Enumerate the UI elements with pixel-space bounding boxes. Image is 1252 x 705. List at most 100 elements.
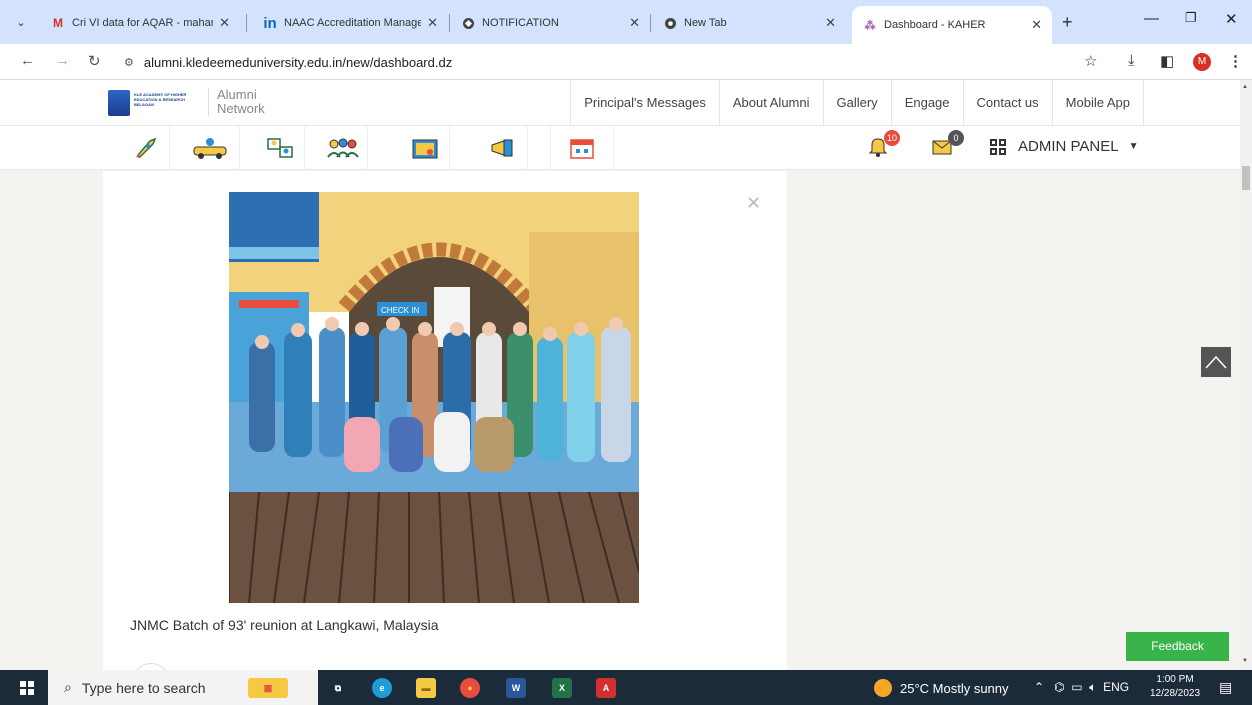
globe-icon (460, 15, 476, 31)
chevron-up-icon (1205, 355, 1227, 369)
url-field[interactable]: ⚙ alumni.kledeemeduniversity.edu.in/new/… (116, 49, 1116, 75)
group-icon (326, 138, 359, 158)
people-cards-button[interactable] (255, 126, 305, 170)
system-tray[interactable]: ⌃ ⌬ ▭ 🔈︎ ENG (1034, 680, 1129, 695)
action-center-icon[interactable]: ▤ (1219, 679, 1232, 696)
tab-dashboard-kaher[interactable]: ⁂ Dashboard - KAHER ✕ (852, 6, 1052, 44)
site-header: KLE ACADEMY OF HIGHER EDUCATION & RESEAR… (0, 80, 1240, 126)
tab-separator (650, 14, 651, 32)
tab-naac[interactable]: in NAAC Accreditation Manage ✕ (252, 8, 448, 38)
display-icon[interactable]: ▭ (1071, 680, 1082, 694)
post-caption: JNMC Batch of 93' reunion at Langkawi, M… (130, 617, 439, 633)
admin-panel-dropdown[interactable]: ADMIN PANEL ▼ (990, 138, 1138, 155)
alumni-network-brand: Alumni Network (208, 88, 265, 116)
kle-logo-mark (108, 90, 130, 116)
excel-icon[interactable]: X (552, 678, 572, 698)
search-icon: ⌕ (64, 679, 72, 695)
feature-icon-bar: 10 0 ADMIN PANEL ▼ (0, 126, 1240, 170)
weather-widget[interactable]: 25°C Mostly sunny (874, 679, 1009, 697)
browser-menu-icon[interactable]: ⋮ (1228, 52, 1243, 70)
tab-new-tab[interactable]: New Tab ✕ (652, 8, 846, 38)
scroll-down-arrow-icon[interactable]: ▼ (1242, 658, 1248, 664)
folder-button[interactable] (400, 126, 450, 170)
nav-gallery[interactable]: Gallery (822, 80, 891, 126)
volume-icon[interactable]: 🔈︎ (1089, 680, 1096, 694)
nav-engage[interactable]: Engage (890, 80, 963, 126)
windows-start-icon[interactable] (20, 681, 34, 695)
feedback-button[interactable]: Feedback (1126, 632, 1229, 661)
nav-contact-us[interactable]: Contact us (962, 80, 1052, 126)
group-button[interactable] (318, 126, 368, 170)
side-panel-icon[interactable]: ◧ (1160, 52, 1174, 70)
people-cards-icon (266, 138, 293, 158)
chrome-icon (662, 15, 678, 31)
linkedin-icon: in (263, 14, 277, 32)
close-icon[interactable]: ✕ (427, 15, 438, 31)
rocket-button[interactable] (120, 126, 170, 170)
chevron-up-tray-icon[interactable]: ⌃ (1034, 680, 1044, 694)
top-navigation: Principal's Messages About Alumni Galler… (570, 80, 1144, 126)
bookmark-star-icon[interactable]: ☆ (1084, 52, 1097, 70)
megaphone-icon (491, 139, 512, 157)
back-arrow-icon[interactable]: ← (20, 52, 35, 69)
scrollbar-thumb[interactable] (1242, 166, 1250, 190)
calendar-icon (570, 139, 594, 159)
new-tab-plus-icon[interactable]: + (1062, 12, 1073, 33)
forward-arrow-icon[interactable]: → (55, 52, 70, 69)
edge-icon[interactable]: e (372, 678, 392, 698)
site-icon: ⁂ (864, 19, 876, 32)
messages-button[interactable]: 0 (930, 130, 964, 162)
close-icon[interactable]: ✕ (1031, 17, 1042, 33)
word-icon[interactable]: W (506, 678, 526, 698)
restore-icon[interactable]: ❐ (1185, 10, 1197, 26)
nav-mobile-app[interactable]: Mobile App (1051, 80, 1144, 126)
address-bar: ← → ↻ ⚙ alumni.kledeemeduniversity.edu.i… (0, 44, 1252, 80)
message-count-badge: 0 (948, 130, 964, 146)
scroll-up-arrow-icon[interactable]: ▲ (1242, 84, 1248, 90)
browser-tab-strip: ⌄ M Cri VI data for AQAR - mahar ✕ in NA… (0, 0, 1252, 44)
reunion-photo[interactable]: CHECK IN (229, 192, 639, 603)
caret-down-icon: ▼ (1128, 141, 1139, 152)
taskbar-clock[interactable]: 1:00 PM 12/28/2023 (1150, 673, 1200, 701)
nav-about-alumni[interactable]: About Alumni (718, 80, 823, 126)
tab-separator (246, 14, 247, 32)
windows-taskbar: ⌕ Type here to search ▦ ⧉ e ▬ ● W X A 25… (0, 670, 1252, 705)
close-icon[interactable]: ✕ (219, 15, 230, 31)
nav-principals-messages[interactable]: Principal's Messages (570, 80, 719, 126)
reload-icon[interactable]: ↻ (88, 52, 101, 70)
close-icon[interactable]: ✕ (825, 15, 836, 31)
network-icon[interactable]: ⌬ (1054, 680, 1064, 694)
notifications-button[interactable]: 10 (866, 130, 900, 162)
task-view-icon[interactable]: ⧉ (328, 678, 348, 698)
kle-logo[interactable]: KLE ACADEMY OF HIGHER EDUCATION & RESEAR… (108, 88, 194, 118)
grid-icon (990, 138, 1006, 155)
download-icon[interactable]: ⤓ (1128, 52, 1135, 69)
close-icon[interactable]: ✕ (629, 15, 640, 31)
car-button[interactable] (180, 126, 240, 170)
page-scrollbar[interactable]: ▲ ▼ (1240, 80, 1252, 670)
chrome-taskbar-icon[interactable]: ● (460, 678, 480, 698)
calendar-button[interactable] (550, 126, 614, 170)
acrobat-icon[interactable]: A (596, 678, 616, 698)
file-explorer-icon[interactable]: ▬ (416, 678, 436, 698)
tab-notification[interactable]: NOTIFICATION ✕ (450, 8, 650, 38)
close-modal-icon[interactable]: ✕ (746, 193, 761, 214)
car-icon (193, 138, 226, 159)
scroll-to-top-button[interactable] (1201, 347, 1231, 377)
tab-search-chevron-icon[interactable]: ⌄ (10, 12, 32, 34)
rocket-icon (135, 137, 156, 159)
profile-avatar[interactable]: M (1193, 53, 1211, 71)
language-indicator[interactable]: ENG (1103, 680, 1129, 694)
tab-gmail[interactable]: M Cri VI data for AQAR - mahar ✕ (40, 8, 240, 38)
site-info-icon[interactable]: ⚙ (124, 56, 134, 69)
calendar-widget-icon[interactable]: ▦ (248, 678, 288, 698)
post-modal: CHECK IN ✕ JNMC Batch of 93' reunion at … (103, 171, 787, 699)
megaphone-button[interactable] (478, 126, 528, 170)
gmail-icon: M (53, 16, 63, 30)
folder-icon (412, 139, 437, 159)
minimize-icon[interactable]: — (1144, 10, 1159, 27)
photo-sign-text: CHECK IN (381, 306, 419, 315)
notification-count-badge: 10 (884, 130, 900, 146)
group-photo-image: CHECK IN (229, 192, 639, 603)
window-close-icon[interactable]: ✕ (1225, 10, 1238, 28)
